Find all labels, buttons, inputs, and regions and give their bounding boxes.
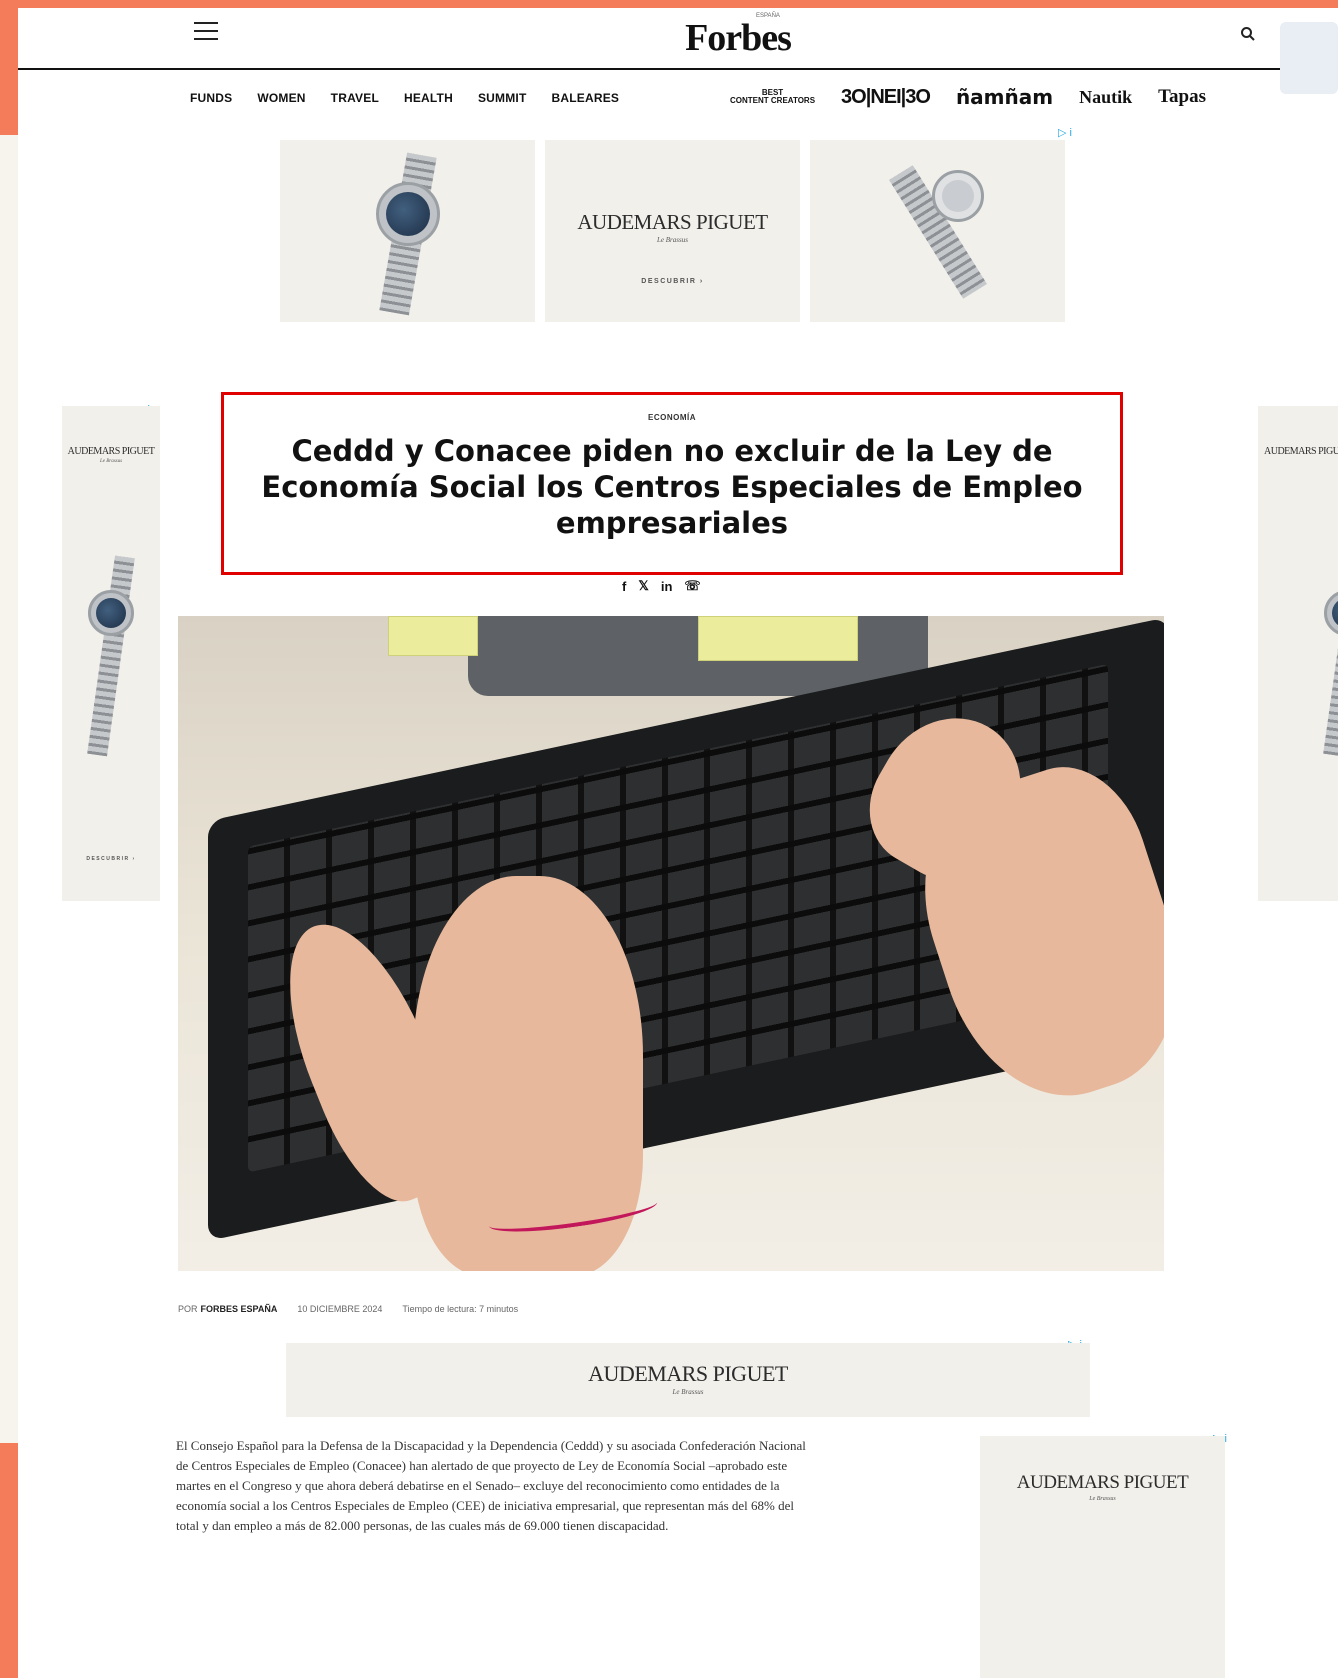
- ad-panel-watch-side[interactable]: [810, 140, 1065, 322]
- menu-icon[interactable]: [194, 22, 218, 42]
- ad-skyscraper-left[interactable]: AUDEMARS PIGUET Le Brassus DESCUBRIR ›: [62, 406, 160, 901]
- ad-cta[interactable]: DESCUBRIR ›: [545, 278, 800, 285]
- article-byline: POR FORBES ESPAÑA 10 DICIEMBRE 2024 Tiemp…: [178, 1304, 538, 1314]
- byline-prefix: POR: [178, 1304, 198, 1314]
- ad-brand-logo: AUDEMARS PIGUET: [1264, 446, 1338, 457]
- main-nav: FUNDS WOMEN TRAVEL HEALTH SUMMIT BALEARE…: [190, 88, 644, 108]
- brand-links: BEST CONTENT CREATORS 3O|NEI|3O ñamñam N…: [730, 82, 1206, 112]
- ad-brand-sub: Le Brassus: [672, 1388, 704, 1396]
- ad-sidebar[interactable]: AUDEMARS PIGUET Le Brassus: [980, 1436, 1225, 1678]
- linkedin-icon[interactable]: in: [661, 579, 673, 594]
- adchoices-icon[interactable]: ▷ i: [1058, 126, 1072, 139]
- nav-item-baleares[interactable]: BALEARES: [552, 91, 620, 105]
- brand-best-content-creators[interactable]: BEST CONTENT CREATORS: [730, 89, 815, 105]
- watch-image: [1298, 555, 1338, 776]
- brand-tapas[interactable]: Tapas: [1158, 86, 1206, 108]
- nav-item-funds[interactable]: FUNDS: [190, 91, 232, 105]
- site-header: Forbes ESPAÑA: [18, 8, 1338, 70]
- whatsapp-icon[interactable]: ☏: [684, 578, 700, 594]
- page: Forbes ESPAÑA FUNDS WOMEN TRAVEL HEALTH …: [18, 8, 1338, 1678]
- ad-brand-sub: Le Brassus: [1089, 1496, 1116, 1502]
- ad-brand-sub: Le Brassus: [657, 236, 688, 244]
- nav-item-summit[interactable]: SUMMIT: [478, 91, 527, 105]
- ad-brand-logo: AUDEMARS PIGUET: [588, 1361, 788, 1386]
- facebook-icon[interactable]: f: [622, 579, 626, 594]
- byline-author-wrap: POR FORBES ESPAÑA: [178, 1304, 277, 1314]
- sticky-note: [698, 616, 858, 661]
- headline-highlight: ECONOMÍA Ceddd y Conacee piden no exclui…: [221, 392, 1123, 575]
- brand-nautik[interactable]: Nautik: [1079, 87, 1132, 108]
- brand-under-30[interactable]: 3O|NEI|3O: [841, 86, 931, 109]
- byline-reading-time: Tiempo de lectura: 7 minutos: [402, 1304, 519, 1314]
- x-twitter-icon[interactable]: 𝕏: [638, 578, 648, 594]
- brand-namnam[interactable]: ñamñam: [956, 85, 1053, 109]
- article-hero-image: [178, 616, 1164, 1271]
- ad-panel-watch[interactable]: [280, 140, 535, 322]
- watch-image: [810, 140, 1065, 322]
- ad-brand-logo: AUDEMARS PIGUET: [67, 446, 155, 457]
- brand-bcc-bottom: CONTENT CREATORS: [730, 96, 816, 105]
- ad-brand-logo: AUDEMARS PIGUET: [577, 210, 768, 234]
- ad-panel-brand[interactable]: AUDEMARS PIGUET Le Brassus DESCUBRIR ›: [545, 140, 800, 322]
- ad-cta[interactable]: DESCUBRIR ›: [62, 856, 160, 862]
- watch-image: [280, 140, 535, 322]
- article-category[interactable]: ECONOMÍA: [224, 413, 1120, 422]
- nav-item-health[interactable]: HEALTH: [404, 91, 453, 105]
- ad-brand-logo: AUDEMARS PIGUET: [1016, 1472, 1189, 1493]
- byline-author[interactable]: FORBES ESPAÑA: [201, 1304, 278, 1314]
- search-icon[interactable]: [1240, 26, 1256, 42]
- frame-top: [0, 0, 1338, 8]
- forbes-logo[interactable]: Forbes: [658, 16, 818, 60]
- nav-item-travel[interactable]: TRAVEL: [331, 91, 379, 105]
- frame-left-accent-top: [0, 0, 18, 135]
- sticky-note: [388, 616, 478, 656]
- ad-skyscraper-right[interactable]: AUDEMARS PIGUET: [1258, 406, 1338, 901]
- byline-date: 10 DICIEMBRE 2024: [297, 1304, 383, 1314]
- nav-item-women[interactable]: WOMEN: [257, 91, 305, 105]
- ad-brand-sub: Le Brassus: [99, 459, 123, 464]
- side-widget: [1280, 22, 1338, 94]
- watch-image: [62, 555, 160, 776]
- frame-left-accent-bottom: [0, 1443, 18, 1678]
- article-headline: Ceddd y Conacee piden no excluir de la L…: [261, 434, 1083, 540]
- article-body: El Consejo Español para la Defensa de la…: [176, 1438, 806, 1533]
- share-bar: f 𝕏 in ☏: [622, 578, 713, 594]
- logo-edition: ESPAÑA: [756, 13, 780, 19]
- ad-banner-mid[interactable]: AUDEMARS PIGUET Le Brassus: [286, 1343, 1090, 1417]
